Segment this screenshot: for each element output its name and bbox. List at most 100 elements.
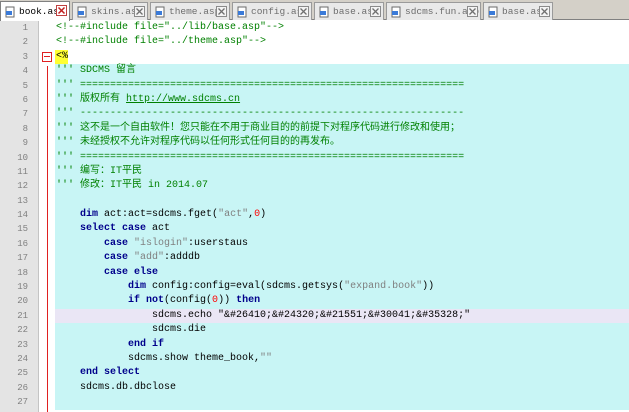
line-text[interactable]: <!--#include file="../lib/base.asp"--> [55, 21, 629, 35]
line-number: 16 [17, 238, 28, 249]
string-literal: "" [260, 352, 273, 364]
line-text[interactable]: <!--#include file="../theme.asp"--> [55, 35, 629, 49]
code-line: 2 <!--#include file="../theme.asp"--> [0, 35, 629, 49]
code-line: 10 ''' =================================… [0, 150, 629, 165]
line-text[interactable]: case "islogin":userstaus [55, 236, 629, 252]
line-text[interactable]: ''' ------------------------------------… [55, 107, 629, 122]
code-text: )) [218, 295, 237, 307]
close-icon[interactable] [370, 6, 381, 17]
line-text[interactable]: ''' 编写：IT平民 [55, 164, 629, 180]
close-icon[interactable] [298, 6, 309, 17]
line-text[interactable]: sdcms.db.dbclose [55, 380, 629, 396]
code-editor[interactable]: 1 <!--#include file="../lib/base.asp"-->… [0, 21, 629, 412]
asp-open-tag[interactable]: <% [55, 49, 69, 65]
line-number: 15 [17, 224, 28, 235]
tab-skins-asp[interactable]: skins.asp [72, 2, 148, 20]
line-text[interactable]: case else [55, 265, 629, 281]
comment-text: ''' 版权所有 [56, 93, 127, 105]
code-line: 17 case "add":adddb [0, 251, 629, 266]
tab-base-asp-2[interactable]: base.asp [483, 2, 553, 20]
close-icon[interactable] [134, 6, 145, 17]
include-directive: <!--#include file="../theme.asp"--> [56, 36, 267, 48]
code-line: 13 [0, 193, 629, 209]
line-text[interactable]: sdcms.die [55, 323, 629, 338]
line-number: 27 [17, 397, 28, 408]
code-line: 25 end select [0, 366, 629, 381]
current-line[interactable]: sdcms.echo "&#26410;&#24320;&#21551;&#30… [55, 308, 629, 324]
file-icon [487, 6, 499, 18]
line-text[interactable]: dim act:act=sdcms.fget("act",0) [55, 208, 629, 223]
close-icon[interactable] [216, 6, 227, 17]
code-line: 18 case else [0, 265, 629, 281]
keyword: if not [128, 295, 165, 307]
code-line: 4 ''' SDCMS 留言 [0, 64, 629, 79]
line-number: 20 [17, 296, 28, 307]
code-text: :adddb [164, 252, 201, 264]
code-text: config:config=eval(sdcms.getsys( [146, 281, 345, 293]
line-text[interactable]: dim config:config=eval(sdcms.getsys("exp… [55, 280, 629, 295]
url-link[interactable]: http://www.sdcms.cn [126, 94, 240, 105]
line-text[interactable]: ''' 修改：IT平民 in 2014.07 [55, 179, 629, 194]
code-text: sdcms.echo [152, 309, 219, 321]
line-text[interactable]: if not(config(0)) then [55, 294, 629, 309]
keyword: case else [104, 266, 159, 278]
keyword: dim [128, 281, 147, 293]
close-icon[interactable] [56, 5, 67, 16]
line-text[interactable]: case "add":adddb [55, 251, 629, 266]
line-text[interactable]: sdcms.show theme_book,"" [55, 351, 629, 367]
code-text: sdcms.show theme_book, [128, 352, 261, 364]
code-line: 23 end if [0, 337, 629, 352]
line-text[interactable]: ''' 未经授权不允许对程序代码以任何形式任何目的的再发布。 [55, 136, 629, 151]
line-text[interactable]: ''' SDCMS 留言 [55, 64, 629, 79]
tab-sdcms-fun-asp[interactable]: sdcms.fun.asp [386, 2, 481, 20]
line-number: 23 [17, 339, 28, 350]
close-icon[interactable] [467, 6, 478, 17]
string-literal: "act" [218, 209, 249, 221]
code-text: act [146, 223, 171, 235]
line-number: 4 [22, 66, 28, 77]
code-line: 16 case "islogin":userstaus [0, 236, 629, 252]
line-number: 21 [17, 310, 28, 321]
line-number: 19 [17, 282, 28, 293]
tab-theme-asp[interactable]: theme.asp [150, 2, 230, 20]
keyword: end if [128, 338, 165, 350]
code-line: 15 select case act [0, 222, 629, 237]
line-number: 18 [17, 267, 28, 278]
line-text[interactable]: ''' 这不是一个自由软件！您只能在不用于商业目的的前提下对程序代码进行修改和使… [55, 121, 629, 137]
keyword: case [104, 237, 129, 249]
tab-base-asp[interactable]: base.asp [314, 2, 384, 20]
code-line: 11 ''' 编写：IT平民 [0, 164, 629, 180]
line-text[interactable]: end select [55, 366, 629, 381]
close-icon[interactable] [539, 6, 550, 17]
line-number: 5 [22, 80, 28, 91]
keyword: then [236, 295, 261, 307]
line-text[interactable]: ''' ====================================… [55, 78, 629, 93]
line-text[interactable]: end if [55, 337, 629, 352]
keyword: select case [80, 223, 147, 235]
line-text[interactable] [55, 193, 629, 209]
file-icon [236, 6, 248, 18]
code-text: (config( [164, 295, 213, 307]
tab-config-asp[interactable]: config.asp [232, 2, 312, 20]
code-line: 21 sdcms.echo "&#26410;&#24320;&#21551;&… [0, 308, 629, 324]
keyword: dim [80, 209, 99, 221]
string-literal: "islogin" [128, 237, 189, 249]
code-text: sdcms.die [152, 324, 207, 336]
code-line: 1 <!--#include file="../lib/base.asp"--> [0, 21, 629, 35]
line-number: 8 [22, 123, 28, 134]
code-line: 3 <% [0, 49, 629, 65]
code-line: 12 ''' 修改：IT平民 in 2014.07 [0, 179, 629, 194]
line-text[interactable] [55, 395, 629, 410]
code-line: 27 [0, 395, 629, 410]
code-text: sdcms.db.dbclose [80, 381, 177, 393]
tab-book-asp[interactable]: book.asp [0, 1, 70, 21]
line-text[interactable]: select case act [55, 222, 629, 237]
line-text[interactable]: ''' 版权所有 http://www.sdcms.cn [55, 92, 629, 108]
code-text: )) [422, 281, 435, 293]
code-lines: 1 <!--#include file="../lib/base.asp"-->… [0, 21, 629, 410]
file-icon [4, 6, 16, 18]
code-line: 6 ''' 版权所有 http://www.sdcms.cn [0, 92, 629, 108]
string-literal: "expand.book" [344, 281, 423, 293]
line-text[interactable]: ''' ====================================… [55, 150, 629, 165]
code-line: 26 sdcms.db.dbclose [0, 380, 629, 396]
